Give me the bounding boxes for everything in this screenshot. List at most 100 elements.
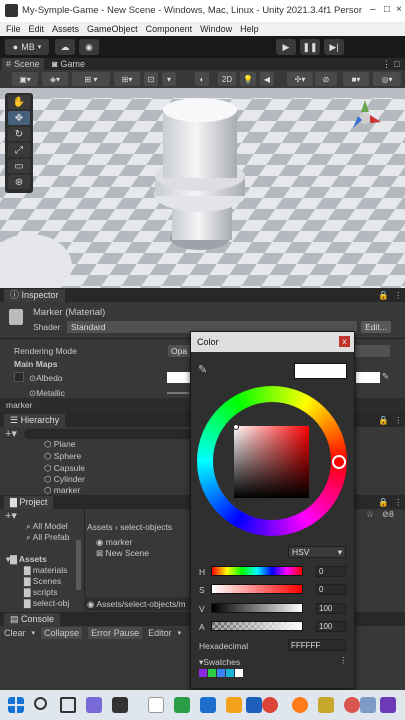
h-slider[interactable] xyxy=(211,566,303,576)
sheets-icon[interactable] xyxy=(174,697,190,713)
audio-icon[interactable]: ◀ xyxy=(260,72,274,86)
lock-icon[interactable]: 🔒 xyxy=(378,290,389,301)
tab-scene[interactable]: # Scene xyxy=(2,58,44,70)
lock-icon[interactable]: 🔒 xyxy=(378,415,389,426)
shading-icon[interactable]: ◐ xyxy=(195,72,209,86)
favorite-item[interactable]: ⌕ All Prefab xyxy=(26,532,70,543)
sv-handle[interactable] xyxy=(233,424,239,430)
close-button[interactable]: x xyxy=(339,336,350,347)
collapse-button[interactable]: Collapse xyxy=(41,626,83,639)
breadcrumb-select-objects[interactable]: select-objects xyxy=(120,522,172,532)
albedo-texture-slot[interactable] xyxy=(14,372,24,382)
s-slider[interactable] xyxy=(211,584,303,594)
swatch[interactable] xyxy=(199,669,207,677)
more-icon[interactable]: ⋮ xyxy=(394,290,403,301)
pause-button[interactable]: ❚❚ xyxy=(300,39,320,55)
effects-icon[interactable]: ✣▾ xyxy=(287,72,313,86)
menu-component[interactable]: Component xyxy=(146,24,193,34)
gizmos-icon[interactable]: ◎▾ xyxy=(373,72,401,86)
hue-handle[interactable] xyxy=(332,455,346,469)
favorite-icon[interactable]: ☆ xyxy=(366,509,374,520)
menu-edit[interactable]: Edit xyxy=(29,24,45,34)
cloud-icon[interactable]: ☁ xyxy=(55,39,75,55)
outlook-icon[interactable] xyxy=(246,697,262,713)
maximize-panel-icon[interactable]: □ xyxy=(390,58,403,70)
s-value-field[interactable]: 0 xyxy=(316,584,346,595)
grid-icon[interactable]: ⊞▾ xyxy=(114,72,140,86)
more-icon[interactable]: ⋮ xyxy=(339,655,348,666)
maximize-icon[interactable]: □ xyxy=(384,4,390,15)
move-tool-icon[interactable]: ✥ xyxy=(8,111,30,125)
tab-game[interactable]: ◙ Game xyxy=(48,58,89,70)
snap-icon[interactable]: ⊡ xyxy=(144,72,158,86)
drive-icon[interactable] xyxy=(226,697,242,713)
more-icon[interactable]: ⋮ xyxy=(394,497,403,508)
v-slider[interactable] xyxy=(211,603,303,613)
media-icon[interactable] xyxy=(344,697,360,713)
tab-hierarchy[interactable]: ☰ Hierarchy xyxy=(4,414,66,427)
v-value-field[interactable]: 100 xyxy=(316,603,346,614)
menu-file[interactable]: File xyxy=(6,24,21,34)
account-button[interactable]: ● MB ▾ xyxy=(5,39,49,55)
scene-viewport[interactable] xyxy=(0,88,405,288)
hidden-objects-icon[interactable]: ⊘ xyxy=(315,72,337,86)
tab-inspector[interactable]: ⓘ Inspector xyxy=(4,289,65,302)
swatch[interactable] xyxy=(226,669,234,677)
list-item[interactable]: ⬡ Capsule xyxy=(44,463,85,474)
a-slider[interactable] xyxy=(211,621,303,631)
hierarchy-search-input[interactable] xyxy=(24,429,194,439)
swatch[interactable] xyxy=(208,669,216,677)
visual-studio-icon[interactable] xyxy=(380,697,396,713)
chrome-icon[interactable] xyxy=(262,697,278,713)
favorite-item[interactable]: ⌕ All Model xyxy=(26,521,68,532)
pivot-icon[interactable]: ⊞ ▾ xyxy=(72,72,110,86)
menu-gameobject[interactable]: GameObject xyxy=(87,24,138,34)
albedo-color-field-right[interactable] xyxy=(356,372,380,383)
chevron-down-icon[interactable]: ▾ xyxy=(32,629,36,637)
color-mode-dropdown[interactable]: HSV ▾ xyxy=(288,546,346,558)
add-button[interactable]: +▾ xyxy=(5,427,17,440)
scrollbar[interactable] xyxy=(76,540,81,590)
unity-hub-icon[interactable] xyxy=(112,697,128,713)
menu-window[interactable]: Window xyxy=(200,24,232,34)
draw-mode-icon[interactable]: ◈▾ xyxy=(42,72,68,86)
menu-help[interactable]: Help xyxy=(240,24,259,34)
list-item[interactable]: ⬡ Sphere xyxy=(44,451,81,462)
task-view-icon[interactable] xyxy=(60,697,76,713)
windows-start-icon[interactable] xyxy=(8,697,24,713)
increment-icon[interactable]: ▾ xyxy=(162,72,176,86)
clear-button[interactable]: Clear xyxy=(4,628,26,638)
edit-shader-button[interactable]: Edit... xyxy=(361,321,391,333)
unity-icon[interactable] xyxy=(148,697,164,713)
tab-console[interactable]: ▤ Console xyxy=(4,613,61,626)
lighting-icon[interactable]: 💡 xyxy=(240,72,256,86)
close-icon[interactable]: × xyxy=(396,4,402,15)
document-icon[interactable] xyxy=(360,697,376,713)
teams-icon[interactable] xyxy=(86,697,102,713)
hand-tool-icon[interactable]: ✋ xyxy=(8,95,30,109)
search-icon[interactable] xyxy=(34,697,47,710)
7zip-icon[interactable] xyxy=(318,697,334,713)
rotate-tool-icon[interactable]: ↻ xyxy=(8,127,30,141)
h-value-field[interactable]: 0 xyxy=(316,566,346,577)
albedo-color-field[interactable] xyxy=(167,372,191,383)
error-pause-button[interactable]: Error Pause xyxy=(88,626,143,639)
tree-root[interactable]: ▾▇ Assets xyxy=(6,554,47,565)
list-item[interactable]: ⊠ New Scene xyxy=(96,548,149,559)
breadcrumb-assets[interactable]: Assets xyxy=(87,522,113,532)
list-item[interactable]: ⬡ Cylinder xyxy=(44,474,85,485)
hex-field[interactable]: FFFFFF xyxy=(288,639,346,651)
files-icon[interactable] xyxy=(200,697,216,713)
collab-icon[interactable]: ◉ xyxy=(79,39,99,55)
tree-item[interactable]: ▇ materials xyxy=(24,565,67,576)
tab-project[interactable]: ▇ Project xyxy=(4,496,54,509)
scale-tool-icon[interactable]: ⤢ xyxy=(8,143,30,157)
list-item[interactable]: ◉ marker xyxy=(96,537,132,548)
add-asset-button[interactable]: +▾ xyxy=(5,509,17,522)
saturation-value-square[interactable] xyxy=(234,426,309,498)
step-button[interactable]: ▶| xyxy=(324,39,344,55)
swatch[interactable] xyxy=(217,669,225,677)
metallic-slider[interactable] xyxy=(167,392,189,394)
eyedropper-icon[interactable]: ✎ xyxy=(382,371,389,382)
minimize-icon[interactable]: – xyxy=(370,4,376,15)
